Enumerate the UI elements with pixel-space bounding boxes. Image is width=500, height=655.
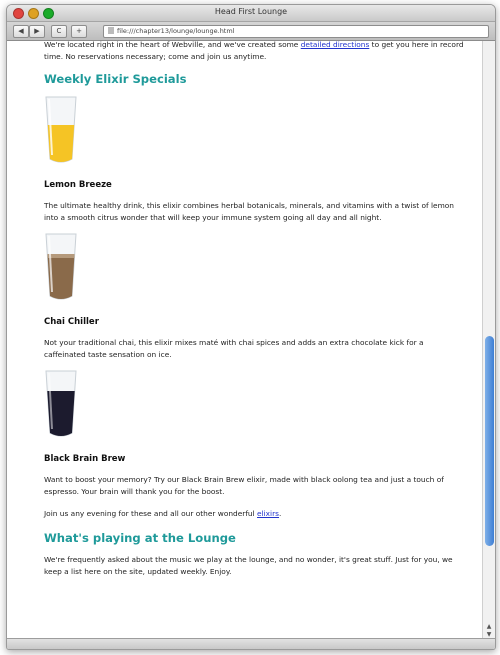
scroll-up-icon[interactable]: ▲ [485, 623, 493, 630]
music-heading: What's playing at the Lounge [44, 531, 236, 545]
intro-paragraph: We're located right in the heart of Webv… [44, 41, 464, 63]
drink-description-black-brain-brew: Want to boost your memory? Try our Black… [44, 475, 444, 496]
browser-toolbar: ◀ ▶ C + file:///chapter13/lounge/lounge.… [7, 22, 495, 41]
back-button[interactable]: ◀ [13, 25, 29, 38]
directions-link[interactable]: detailed directions [301, 41, 370, 49]
elixirs-link[interactable]: elixirs [257, 509, 279, 518]
scroll-down-icon[interactable]: ▼ [485, 631, 493, 638]
intro-text: We're located right in the heart of Webv… [44, 41, 299, 49]
join-paragraph: Join us any evening for these and all ou… [44, 508, 464, 520]
status-bar [7, 638, 495, 649]
specials-heading: Weekly Elixir Specials [44, 72, 187, 86]
drink-description-lemon-breeze: The ultimate healthy drink, this elixir … [44, 201, 454, 222]
music-paragraph: We're frequently asked about the music w… [44, 555, 453, 576]
drink-description-chai-chiller: Not your traditional chai, this elixir m… [44, 338, 424, 359]
window-title: Head First Lounge [214, 7, 288, 16]
page-content: We're located right in the heart of Webv… [44, 41, 464, 578]
chai-chiller-image [44, 232, 78, 302]
lemon-breeze-image [44, 95, 78, 165]
join-text-end: . [279, 509, 282, 518]
scrollbar-thumb[interactable] [485, 336, 494, 546]
forward-button[interactable]: ▶ [29, 25, 45, 38]
drink-name-lemon-breeze: Lemon Breeze [44, 180, 112, 190]
drink-name-chai-chiller: Chai Chiller [44, 317, 99, 327]
reload-button[interactable]: C [51, 25, 67, 38]
page-viewport[interactable]: We're located right in the heart of Webv… [7, 41, 483, 639]
address-text: file:///chapter13/lounge/lounge.html [117, 27, 235, 35]
drink-name-black-brain-brew: Black Brain Brew [44, 454, 126, 464]
vertical-scrollbar[interactable]: ▲ ▼ [482, 41, 495, 639]
browser-window: Head First Lounge ◀ ▶ C + file:///chapte… [6, 4, 496, 650]
page-icon [108, 27, 114, 34]
title-bar: Head First Lounge [7, 5, 495, 22]
black-brain-brew-image [44, 369, 78, 439]
address-bar[interactable]: file:///chapter13/lounge/lounge.html [103, 25, 489, 38]
join-text: Join us any evening for these and all ou… [44, 509, 255, 518]
add-bookmark-button[interactable]: + [71, 25, 87, 38]
